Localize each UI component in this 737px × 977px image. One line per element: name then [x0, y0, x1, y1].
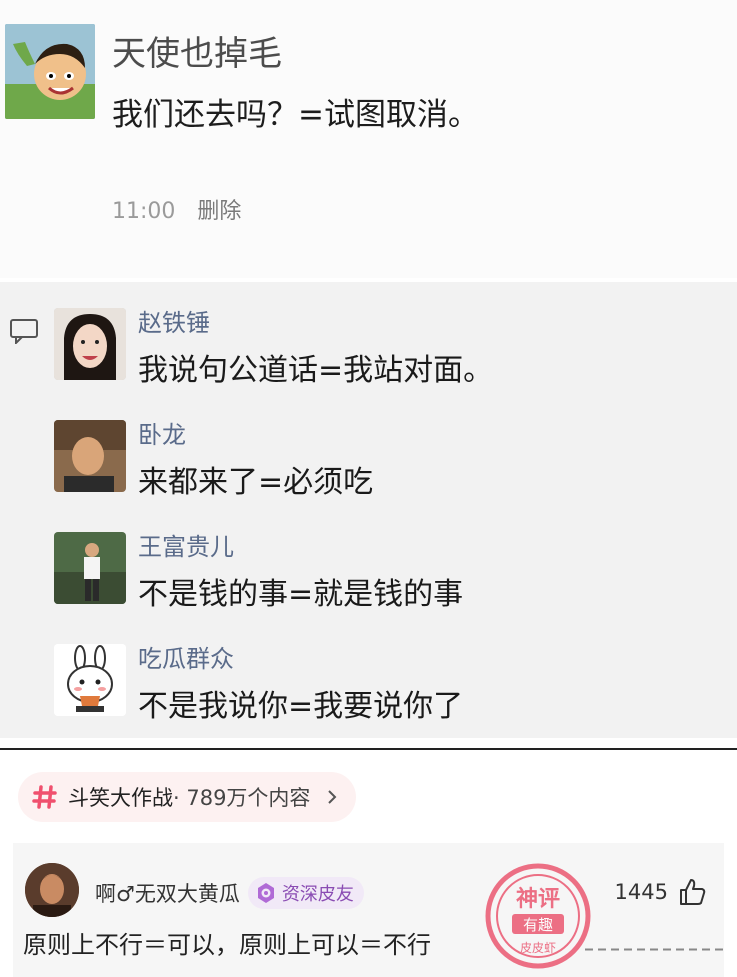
hot-commenter-name[interactable]: 啊♂无双大黄瓜 — [95, 878, 240, 908]
commenter-avatar[interactable] — [54, 644, 126, 716]
bunny-avatar-image — [54, 644, 126, 716]
user-level-badge: 资深皮友 — [247, 877, 364, 909]
like-count: 1445 — [614, 880, 668, 904]
commenter-name[interactable]: 王富贵儿 — [138, 532, 234, 562]
comment-bubble-icon — [10, 319, 38, 344]
cartoon-avatar-image — [5, 24, 95, 119]
post-time: 11:00 — [112, 199, 176, 224]
badge-label: 资深皮友 — [281, 884, 354, 905]
post-avatar[interactable] — [5, 24, 95, 119]
topic-chip[interactable]: 斗笑大作战· 789万个内容 — [18, 772, 357, 822]
man-standing-avatar-image — [54, 532, 126, 604]
comment-text: 不是钱的事=就是钱的事 — [138, 577, 464, 612]
stamp-line2: 有趣 — [523, 916, 553, 934]
thumbs-up-icon[interactable] — [678, 877, 706, 907]
moments-post: 天使也掉毛 我们还去吗？=试图取消。 11:00 删除 — [0, 0, 737, 278]
hot-comment-text: 原则上不行＝可以，原则上可以＝不行 — [23, 931, 431, 959]
topic-name: 斗笑大作战 — [68, 786, 173, 810]
commenter-avatar[interactable] — [54, 420, 126, 492]
delete-link[interactable]: 删除 — [197, 198, 241, 226]
comment-text: 不是我说你=我要说你了 — [138, 689, 464, 724]
post-author-name[interactable]: 天使也掉毛 — [112, 34, 282, 74]
comment-text: 我说句公道话=我站对面。 — [138, 353, 494, 388]
post-meta: 11:00 删除 — [112, 198, 241, 226]
commenter-name[interactable]: 赵铁锤 — [138, 308, 210, 338]
post-text: 我们还去吗？=试图取消。 — [112, 97, 479, 133]
hot-comment-user: 啊♂无双大黄瓜 资深皮友 — [95, 877, 364, 909]
comment-item: 王富贵儿 不是钱的事=就是钱的事 — [54, 516, 714, 616]
commenter-name[interactable]: 卧龙 — [138, 420, 186, 450]
like-control[interactable]: 1445 — [615, 877, 706, 907]
commenter-name[interactable]: 吃瓜群众 — [138, 644, 234, 674]
level-badge-icon — [257, 883, 274, 903]
commenter-avatar[interactable] — [54, 308, 126, 380]
comment-item: 吃瓜群众 不是我说你=我要说你了 — [54, 628, 714, 728]
topic-count: · 789万个内容 — [173, 786, 311, 810]
section-divider — [0, 748, 737, 750]
woman-avatar-image — [54, 308, 126, 380]
stamp-line3: 皮皮虾 — [520, 941, 556, 955]
god-comment-stamp-icon: 神评 有趣 皮皮虾 — [485, 863, 591, 969]
comment-text: 来都来了=必须吃 — [138, 465, 374, 500]
stamp-dash-decoration — [585, 948, 725, 951]
hot-commenter-avatar[interactable] — [25, 863, 79, 917]
man-avatar-image — [54, 420, 126, 492]
commenter-avatar[interactable] — [54, 532, 126, 604]
comments-section: 赵铁锤 我说句公道话=我站对面。 卧龙 来都来了=必须吃 王富贵儿 不是钱的事=… — [0, 282, 737, 738]
hot-comment-card: 啊♂无双大黄瓜 资深皮友 1445 原则上不行＝可以，原则上可以＝不行 — [13, 843, 724, 977]
comment-item: 赵铁锤 我说句公道话=我站对面。 — [54, 292, 714, 392]
stamp-line1: 神评 — [516, 886, 560, 912]
man-portrait-avatar-image — [25, 863, 79, 917]
hashtag-icon — [32, 785, 57, 809]
chevron-right-icon — [328, 790, 337, 804]
comment-item: 卧龙 来都来了=必须吃 — [54, 404, 714, 504]
